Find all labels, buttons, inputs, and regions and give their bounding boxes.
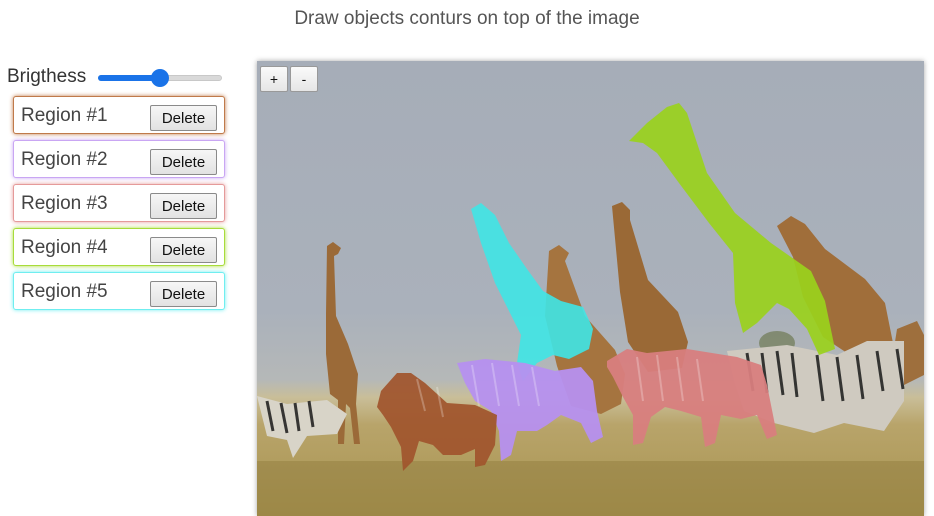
region-item-3[interactable]: Region #3 Delete (13, 184, 225, 222)
delete-region-button[interactable]: Delete (150, 149, 217, 175)
region-item-5[interactable]: Region #5 Delete (13, 272, 225, 310)
delete-region-button[interactable]: Delete (150, 105, 217, 131)
slider-thumb[interactable] (151, 69, 170, 87)
delete-region-button[interactable]: Delete (150, 193, 217, 219)
region-item-2[interactable]: Region #2 Delete (13, 140, 225, 178)
zebra-left (257, 396, 347, 458)
zoom-controls: + - (260, 66, 320, 92)
region-item-4[interactable]: Region #4 Delete (13, 228, 225, 266)
region-list: Region #1 Delete Region #2 Delete Region… (13, 96, 225, 316)
region-name: Region #4 (21, 237, 108, 258)
brightness-label: Brigthess (7, 66, 87, 87)
savanna-photo (257, 103, 924, 516)
region-name: Region #2 (21, 149, 108, 170)
region-name: Region #5 (21, 281, 108, 302)
region-name: Region #1 (21, 105, 108, 126)
zoom-in-button[interactable]: + (260, 66, 288, 92)
page-title: Draw objects conturs on top of the image (294, 8, 640, 29)
region-item-1[interactable]: Region #1 Delete (13, 96, 225, 134)
brightness-control: Brigthess (7, 66, 223, 88)
delete-region-button[interactable]: Delete (150, 237, 217, 263)
grass (257, 461, 924, 516)
delete-region-button[interactable]: Delete (150, 281, 217, 307)
region-name: Region #3 (21, 193, 108, 214)
region-mask-3 (607, 349, 777, 447)
giraffe-center (612, 202, 688, 372)
zoom-out-button[interactable]: - (290, 66, 318, 92)
image-canvas[interactable]: + - (257, 61, 924, 516)
brightness-slider[interactable] (98, 67, 223, 87)
